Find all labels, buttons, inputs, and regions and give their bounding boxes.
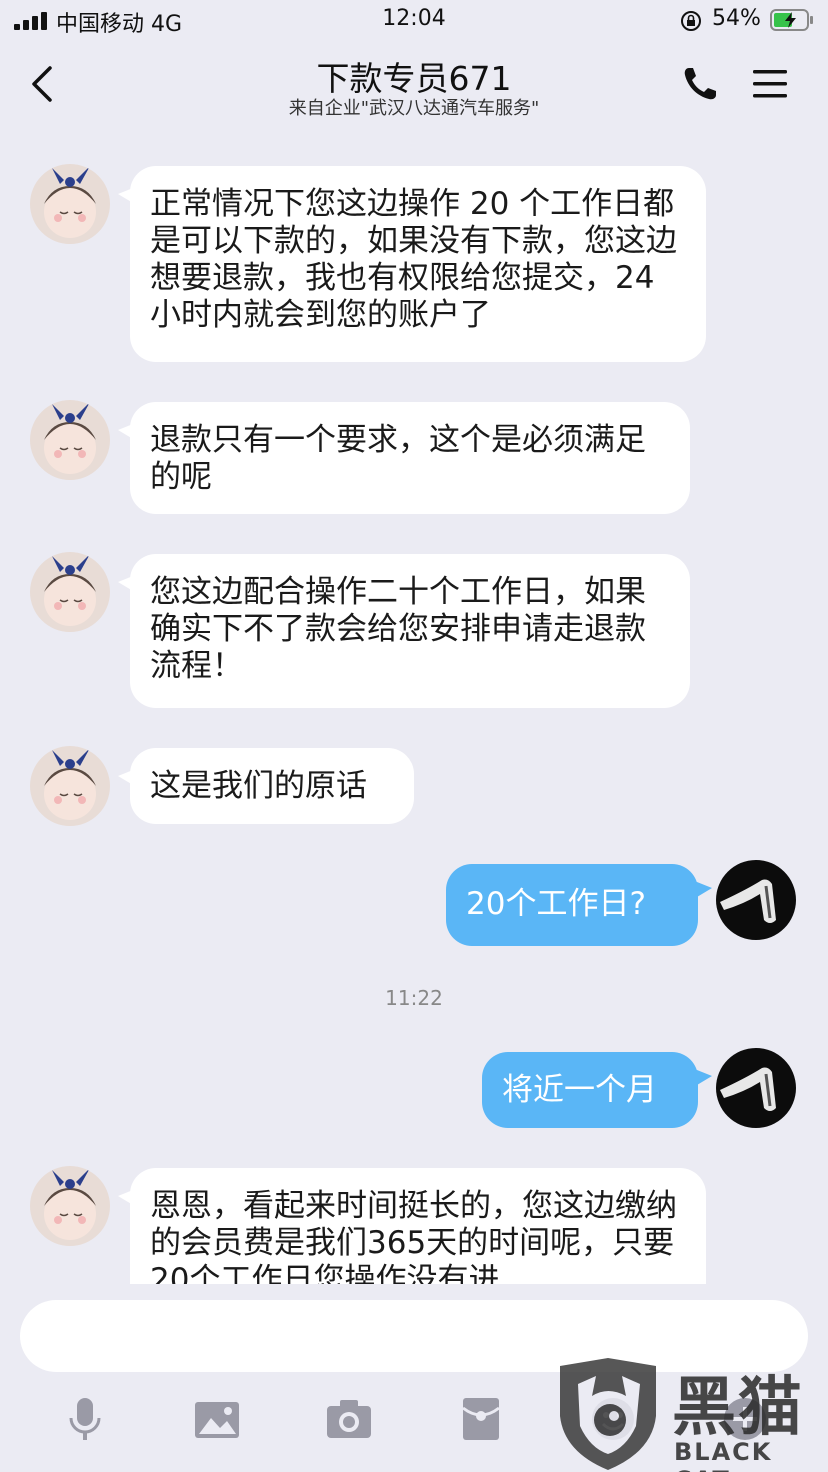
- contact-avatar[interactable]: [30, 1166, 110, 1246]
- message-text: 这是我们的原话: [150, 768, 367, 804]
- incoming-message-bubble[interactable]: 退款只有一个要求，这个是必须满足的呢: [130, 402, 690, 514]
- contact-avatar[interactable]: [30, 746, 110, 826]
- outgoing-message-bubble[interactable]: 将近一个月: [482, 1052, 698, 1128]
- phone-call-icon[interactable]: [680, 64, 720, 104]
- black-cat-watermark: 黑猫 BLACK CAT: [556, 1356, 828, 1472]
- microphone-icon[interactable]: [60, 1394, 110, 1444]
- incoming-message-bubble[interactable]: 您这边配合操作二十个工作日，如果确实下不了款会给您安排申请走退款流程！: [130, 554, 690, 708]
- image-icon[interactable]: [192, 1394, 242, 1444]
- chat-header: 下款专员671 来自企业"武汉八达通汽车服务": [0, 40, 828, 128]
- outgoing-message-bubble[interactable]: 20个工作日?: [446, 864, 698, 946]
- message-text: 正常情况下您这边操作 20 个工作日都是可以下款的，如果没有下款，您这边想要退款…: [150, 186, 677, 333]
- message-text: 恩恩，看起来时间挺长的，您这边缴纳的会员费是我们365天的时间呢，只要20个工作…: [150, 1188, 677, 1284]
- incoming-message-bubble[interactable]: 正常情况下您这边操作 20 个工作日都是可以下款的，如果没有下款，您这边想要退款…: [130, 166, 706, 362]
- incoming-message-bubble[interactable]: 恩恩，看起来时间挺长的，您这边缴纳的会员费是我们365天的时间呢，只要20个工作…: [130, 1168, 706, 1284]
- message-list[interactable]: 正常情况下您这边操作 20 个工作日都是可以下款的，如果没有下款，您这边想要退款…: [0, 128, 828, 1284]
- battery-percent: 54%: [712, 6, 761, 31]
- black-cat-logo-icon: [560, 1358, 656, 1470]
- status-bar: 中国移动 4G 12:04 54%: [0, 0, 828, 40]
- watermark-cn-text: 黑猫: [672, 1371, 804, 1445]
- watermark-en-text: BLACK CAT: [674, 1438, 773, 1472]
- message-text: 退款只有一个要求，这个是必须满足的呢: [150, 422, 646, 495]
- red-packet-icon[interactable]: [456, 1394, 506, 1444]
- incoming-message-bubble[interactable]: 这是我们的原话: [130, 748, 414, 824]
- message-text: 20个工作日?: [466, 886, 646, 922]
- battery-charging-icon: [770, 9, 813, 31]
- contact-avatar[interactable]: [30, 400, 110, 480]
- contact-avatar[interactable]: [30, 164, 110, 244]
- user-avatar[interactable]: [716, 1048, 796, 1128]
- message-text: 您这边配合操作二十个工作日，如果确实下不了款会给您安排申请走退款流程！: [150, 574, 646, 684]
- contact-avatar[interactable]: [30, 552, 110, 632]
- camera-icon[interactable]: [324, 1394, 374, 1444]
- message-text: 将近一个月: [502, 1072, 657, 1108]
- user-avatar[interactable]: [716, 860, 796, 940]
- time-separator: 11:22: [385, 986, 443, 1010]
- status-time: 12:04: [382, 6, 446, 31]
- rotation-lock-icon: [681, 11, 701, 31]
- menu-icon[interactable]: [750, 66, 790, 102]
